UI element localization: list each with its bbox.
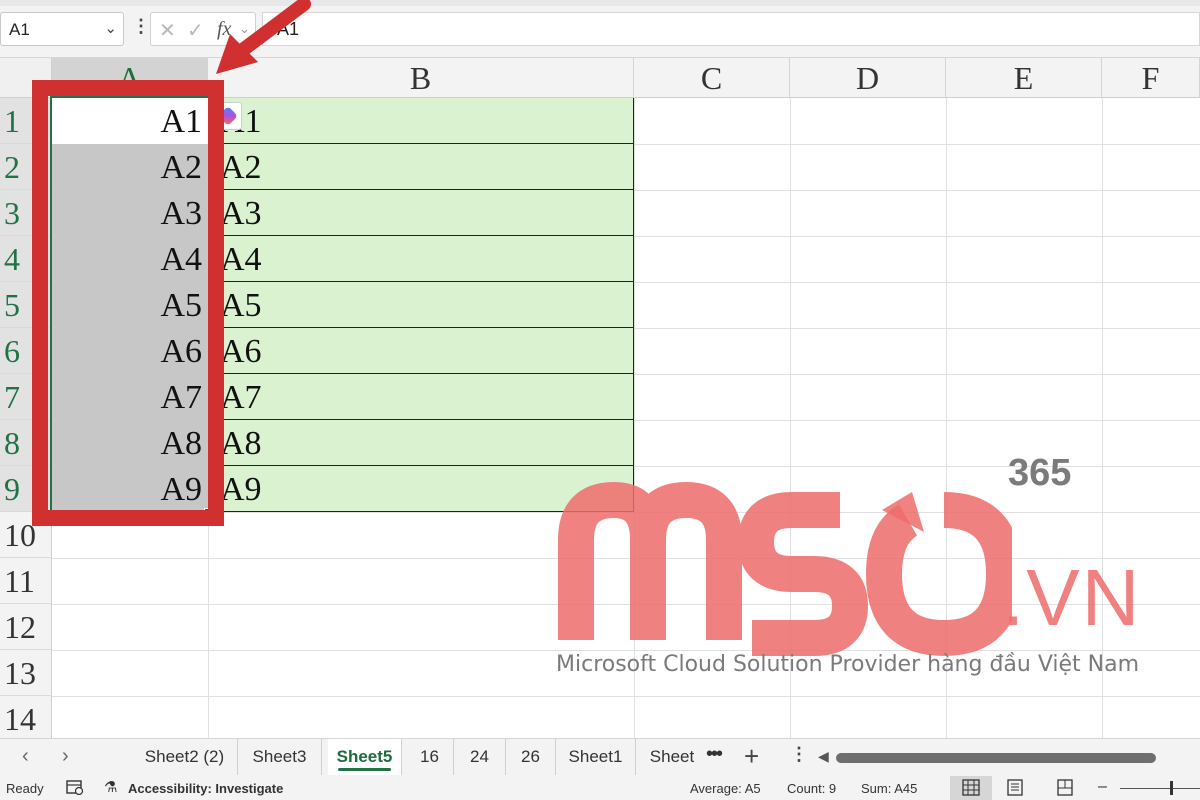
column-header-d[interactable]: D xyxy=(790,58,946,98)
tab-24[interactable]: 24 xyxy=(454,739,506,775)
status-bar: Ready ⚗ Accessibility: Investigate Avera… xyxy=(0,776,1200,800)
annotation-highlight-box xyxy=(32,80,224,526)
name-box[interactable]: A1 ⌄ xyxy=(0,12,124,46)
cell-b2[interactable]: A2 xyxy=(208,144,634,190)
status-sum: Sum: A45 xyxy=(861,781,918,796)
column-header-f[interactable]: F xyxy=(1102,58,1200,98)
more-tabs-icon[interactable]: ••• xyxy=(706,743,723,766)
chevron-right-icon[interactable]: › xyxy=(62,745,69,768)
formula-bar: A1 ⌄ ⋮ ✕ ✓ fx ⌄ A1 xyxy=(0,0,1200,58)
cell-b4[interactable]: A4 xyxy=(208,236,634,282)
tab-16[interactable]: 16 xyxy=(406,739,454,775)
horizontal-scrollbar[interactable] xyxy=(836,753,1156,763)
cell-b3[interactable]: A3 xyxy=(208,190,634,236)
status-ready: Ready xyxy=(6,781,44,796)
ribbon-edge xyxy=(0,0,1200,6)
zoom-slider-knob[interactable] xyxy=(1170,781,1173,795)
cell-b6[interactable]: A6 xyxy=(208,328,634,374)
formula-input[interactable]: A1 xyxy=(262,12,1200,46)
watermark-tagline: Microsoft Cloud Solution Provider hàng đ… xyxy=(556,652,1140,677)
row-header-12[interactable]: 12 xyxy=(0,604,52,650)
page-layout-view-icon[interactable] xyxy=(1006,779,1024,799)
scroll-left-icon[interactable]: ◀ xyxy=(818,748,829,765)
cancel-icon[interactable]: ✕ xyxy=(159,18,176,43)
name-box-value: A1 xyxy=(9,20,30,39)
status-count: Count: 9 xyxy=(787,781,837,796)
cell-b7[interactable]: A7 xyxy=(208,374,634,420)
column-header-c[interactable]: C xyxy=(634,58,790,98)
status-average: Average: A5 xyxy=(690,781,761,796)
check-icon[interactable]: ✓ xyxy=(187,18,204,43)
zoom-out-icon[interactable]: – xyxy=(1098,778,1107,796)
tab-sheet5[interactable]: Sheet5 xyxy=(328,739,402,775)
mso-watermark: 365 .VN Microsoft Cloud Solution Provide… xyxy=(552,452,1152,692)
annotation-arrow-icon xyxy=(216,0,311,74)
cell-b5[interactable]: A5 xyxy=(208,282,634,328)
page-break-view-icon[interactable] xyxy=(1056,779,1074,799)
row-header-13[interactable]: 13 xyxy=(0,650,52,696)
tab-sheet5-label: Sheet5 xyxy=(336,747,393,766)
zoom-slider-track[interactable] xyxy=(1120,788,1200,789)
more-options-icon[interactable]: ⋮ xyxy=(132,16,150,37)
accessibility-status[interactable]: Accessibility: Investigate xyxy=(128,781,283,796)
more-options-icon[interactable]: ⋮ xyxy=(790,744,808,765)
tab-sheet3[interactable]: Sheet3 xyxy=(238,739,322,775)
active-tab-indicator xyxy=(338,768,391,771)
mso-logo xyxy=(558,481,1012,657)
accessibility-icon[interactable]: ⚗ xyxy=(104,778,117,796)
macro-recorder-icon[interactable] xyxy=(66,779,84,798)
watermark-domain: .VN xyxy=(1002,553,1142,642)
tab-sheet1[interactable]: Sheet1 xyxy=(556,739,636,775)
watermark-365: 365 xyxy=(1008,452,1072,494)
add-sheet-icon[interactable]: + xyxy=(744,741,759,772)
tab-sheet2-2[interactable]: Sheet2 (2) xyxy=(132,739,238,775)
row-header-14[interactable]: 14 xyxy=(0,696,52,742)
sheet-tabs-bar: ‹ › Sheet2 (2) Sheet3 Sheet5 16 24 26 Sh… xyxy=(0,738,1200,776)
column-header-e[interactable]: E xyxy=(946,58,1102,98)
chevron-left-icon[interactable]: ‹ xyxy=(22,745,29,768)
chevron-down-icon[interactable]: ⌄ xyxy=(104,19,117,37)
tab-sheet[interactable]: Sheet xyxy=(640,739,704,775)
tab-26[interactable]: 26 xyxy=(506,739,556,775)
row-header-11[interactable]: 11 xyxy=(0,558,52,604)
cell-b1[interactable]: A1 xyxy=(208,98,634,144)
gridline xyxy=(52,696,1200,697)
normal-view-button[interactable] xyxy=(950,776,992,800)
